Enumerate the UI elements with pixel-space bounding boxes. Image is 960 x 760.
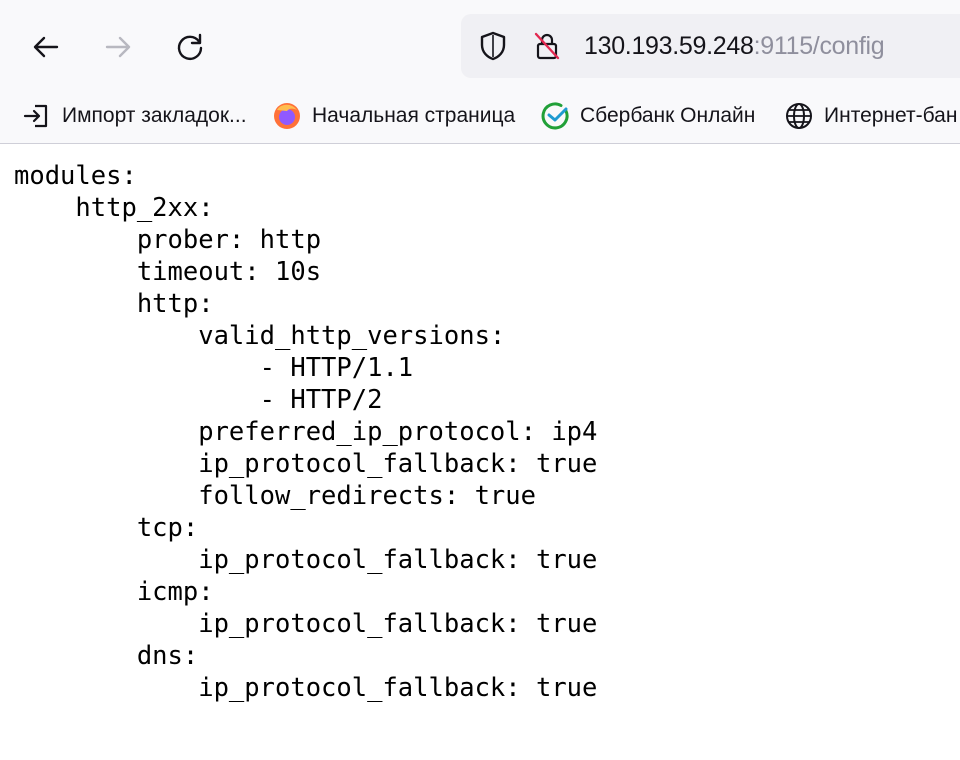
config-text: modules: http_2xx: prober: http timeout:… <box>14 160 597 704</box>
reload-icon <box>177 33 203 60</box>
reload-button[interactable] <box>166 23 214 71</box>
config-line: icmp: <box>14 577 214 607</box>
firefox-icon <box>272 101 302 131</box>
config-line: ip_protocol_fallback: true <box>14 673 598 703</box>
bookmarks-toolbar: Импорт закладок... Начальная страница Сб… <box>0 95 960 144</box>
bookmark-label: Сбербанк Онлайн <box>580 104 756 127</box>
config-line: ip_protocol_fallback: true <box>14 609 598 639</box>
config-line: timeout: 10s <box>14 257 322 287</box>
arrow-right-icon <box>105 36 131 58</box>
config-line: http: <box>14 289 214 319</box>
bookmark-start-page[interactable]: Начальная страница <box>272 95 515 137</box>
bookmark-internet-bank[interactable]: Интернет-бан <box>784 95 957 137</box>
import-icon <box>22 101 52 131</box>
config-line: preferred_ip_protocol: ip4 <box>14 417 598 447</box>
config-line: tcp: <box>14 513 199 543</box>
config-line: ip_protocol_fallback: true <box>14 545 598 575</box>
config-line: follow_redirects: true <box>14 481 536 511</box>
config-line: - HTTP/2 <box>14 385 383 415</box>
config-line: modules: <box>14 161 137 191</box>
url-path: :9115/config <box>753 32 885 60</box>
config-line: - HTTP/1.1 <box>14 353 414 383</box>
config-line: valid_http_versions: <box>14 321 506 351</box>
bookmark-label: Интернет-бан <box>824 104 958 127</box>
forward-button[interactable] <box>94 23 142 71</box>
config-line: ip_protocol_fallback: true <box>14 449 598 479</box>
url-host: 130.193.59.248 <box>584 32 754 60</box>
browser-toolbar: 130.193.59.248:9115/config <box>0 0 960 95</box>
bookmark-import[interactable]: Импорт закладок... <box>22 95 247 137</box>
bookmark-label: Начальная страница <box>312 104 516 127</box>
insecure-lock-icon[interactable] <box>531 30 563 62</box>
globe-icon <box>784 101 814 131</box>
url-bar[interactable]: 130.193.59.248:9115/config <box>461 14 960 78</box>
config-line: http_2xx: <box>14 193 214 223</box>
bookmark-sberbank[interactable]: Сбербанк Онлайн <box>540 95 755 137</box>
back-button[interactable] <box>22 23 70 71</box>
config-line: dns: <box>14 641 199 671</box>
url-text[interactable]: 130.193.59.248:9115/config <box>584 31 885 61</box>
config-line: prober: http <box>14 225 322 255</box>
arrow-left-icon <box>33 36 59 58</box>
sberbank-icon <box>540 101 570 131</box>
shield-icon[interactable] <box>477 30 509 62</box>
bookmark-label: Импорт закладок... <box>62 104 247 127</box>
